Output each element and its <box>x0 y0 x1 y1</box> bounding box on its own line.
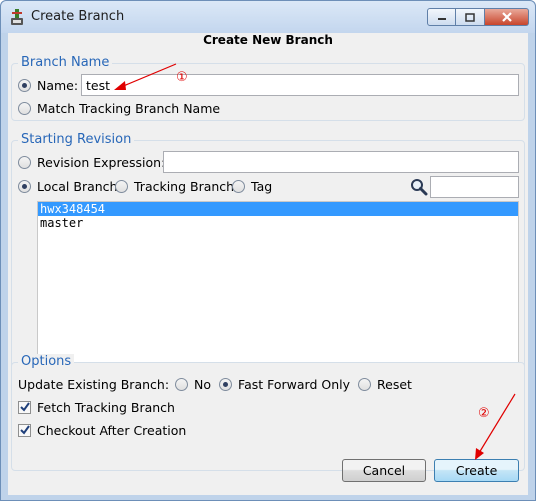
options-legend: Options <box>18 354 75 369</box>
maximize-icon <box>465 12 475 22</box>
tracking-branch-radio[interactable] <box>115 179 128 193</box>
update-reset-radio[interactable] <box>358 377 372 391</box>
starting-revision-group: Starting Revision Revision Expression: L… <box>11 132 525 376</box>
options-group: Options Update Existing Branch: No Fast … <box>11 354 525 471</box>
branch-filter-input[interactable] <box>430 176 519 198</box>
branch-name-group: Branch Name Name: Match Tracking Branch … <box>11 55 525 121</box>
local-branch-option[interactable]: Local Branch <box>18 176 117 196</box>
tag-option[interactable]: Tag <box>232 176 272 196</box>
search-icon[interactable] <box>410 178 428 196</box>
dialog-client: Create New Branch Branch Name Name: Matc… <box>8 33 528 495</box>
maximize-button[interactable] <box>456 8 485 26</box>
create-branch-window: Create Branch Create New Branch Branch N… <box>0 0 536 501</box>
name-radio[interactable] <box>18 78 31 92</box>
revision-expression-radio[interactable] <box>18 155 31 169</box>
checkmark-icon <box>19 425 30 435</box>
revision-expression-label: Revision Expression: <box>37 154 166 170</box>
fetch-tracking-checkbox[interactable] <box>18 400 31 414</box>
minimize-button[interactable] <box>427 8 456 26</box>
close-button[interactable] <box>485 8 529 26</box>
update-existing-label: Update Existing Branch: <box>18 376 170 392</box>
git-app-icon <box>11 9 23 25</box>
update-no-label: No <box>194 376 212 392</box>
close-icon <box>501 12 512 22</box>
annotation-marker-two: ② <box>478 406 490 421</box>
fetch-tracking-option[interactable]: Fetch Tracking Branch <box>18 397 175 417</box>
update-no-radio[interactable] <box>175 377 189 391</box>
checkout-after-label: Checkout After Creation <box>37 422 187 438</box>
branch-name-input[interactable] <box>81 74 519 96</box>
revision-expression-input[interactable] <box>163 151 519 173</box>
branch-list-item[interactable]: hwx348454 <box>38 202 518 216</box>
starting-revision-legend: Starting Revision <box>18 132 135 147</box>
local-branch-label: Local Branch <box>37 178 118 194</box>
update-ff-label: Fast Forward Only <box>238 376 351 392</box>
update-existing-row: Update Existing Branch: No Fast Forward … <box>18 374 412 394</box>
name-option[interactable]: Name: <box>18 75 78 95</box>
local-branch-radio[interactable] <box>18 179 31 193</box>
tag-label: Tag <box>251 178 273 194</box>
minimize-icon <box>437 18 446 20</box>
revision-expression-option[interactable]: Revision Expression: <box>18 152 165 172</box>
annotation-marker-one: ① <box>176 70 188 85</box>
window-controls <box>427 8 529 26</box>
create-button[interactable]: Create <box>434 459 519 482</box>
title-bar[interactable]: Create Branch <box>1 1 535 33</box>
window-title: Create Branch <box>31 9 125 24</box>
checkout-after-option[interactable]: Checkout After Creation <box>18 420 186 440</box>
checkmark-icon <box>19 402 30 412</box>
branch-name-legend: Branch Name <box>18 55 113 70</box>
branch-list-items: hwx348454 master <box>38 202 518 230</box>
dialog-heading: Create New Branch <box>203 33 333 47</box>
tracking-branch-label: Tracking Branch <box>134 178 235 194</box>
fetch-tracking-label: Fetch Tracking Branch <box>37 399 175 415</box>
cancel-button[interactable]: Cancel <box>342 459 426 482</box>
branch-list[interactable]: hwx348454 master <box>37 201 519 370</box>
match-tracking-option[interactable]: Match Tracking Branch Name <box>18 98 220 118</box>
tracking-branch-option[interactable]: Tracking Branch <box>115 176 234 196</box>
branch-list-item[interactable]: master <box>38 216 518 230</box>
match-tracking-radio[interactable] <box>18 101 31 115</box>
match-tracking-label: Match Tracking Branch Name <box>37 100 221 116</box>
tag-radio[interactable] <box>232 179 245 193</box>
update-reset-label: Reset <box>377 376 412 392</box>
checkout-after-checkbox[interactable] <box>18 423 31 437</box>
update-ff-radio[interactable] <box>219 377 233 391</box>
name-label: Name: <box>37 77 79 93</box>
